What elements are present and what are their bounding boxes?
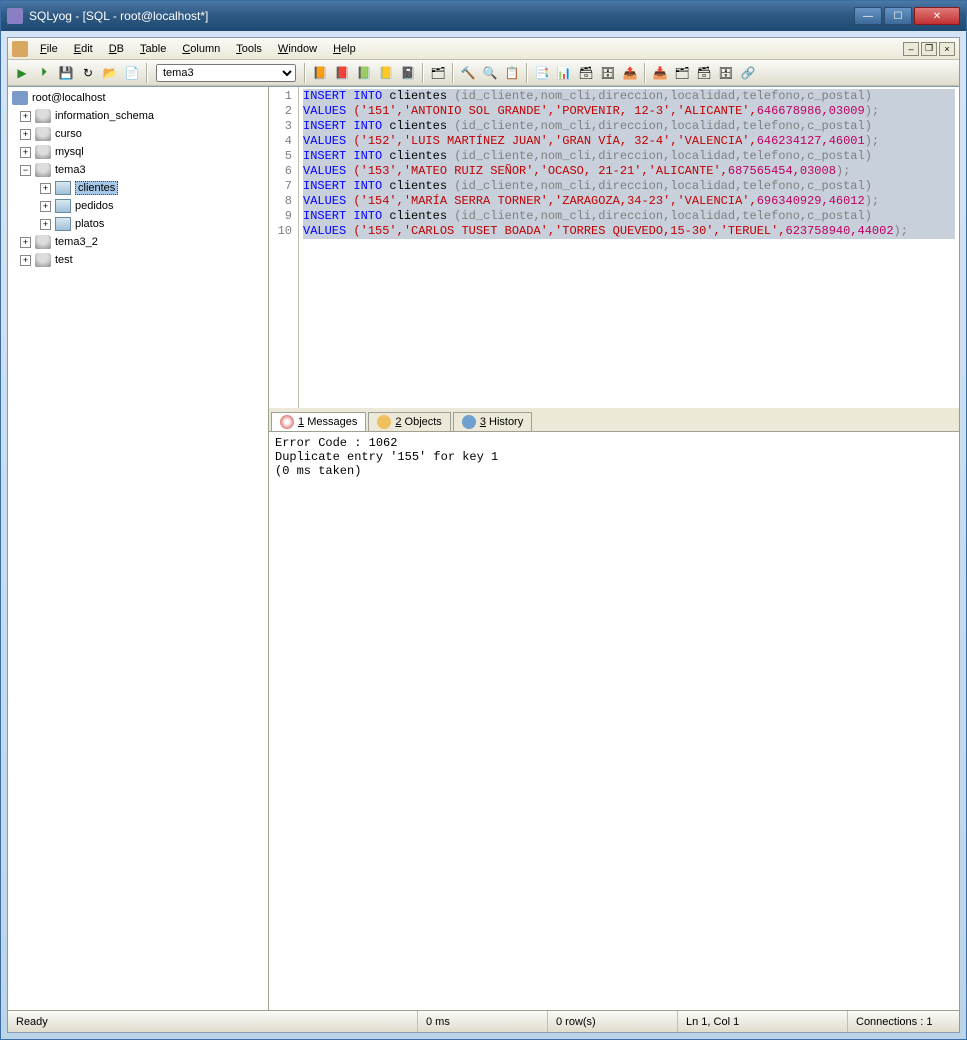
- menu-file[interactable]: File: [32, 41, 66, 57]
- result-tabs: 1 Messages 2 Objects 3 History: [269, 410, 959, 432]
- collapse-icon[interactable]: −: [20, 165, 31, 176]
- menu-db[interactable]: DB: [101, 41, 132, 57]
- tab-history[interactable]: 3 History: [453, 412, 532, 431]
- database-icon: [35, 127, 51, 141]
- tool-icon-10[interactable]: 📊: [554, 63, 574, 83]
- database-icon: [35, 235, 51, 249]
- table-icon: [55, 181, 71, 195]
- execute-icon[interactable]: ▶: [12, 63, 32, 83]
- tool-icon-8[interactable]: 📋: [502, 63, 522, 83]
- database-icon: [35, 253, 51, 267]
- status-rows: 0 row(s): [548, 1011, 678, 1032]
- menubar: File Edit DB Table Column Tools Window H…: [8, 38, 959, 60]
- error-icon: [280, 415, 294, 429]
- tree-table[interactable]: + clientes: [10, 179, 266, 197]
- mdi-restore[interactable]: ❐: [921, 42, 937, 56]
- menu-column[interactable]: Column: [174, 41, 228, 57]
- tree-server[interactable]: root@localhost: [10, 89, 266, 107]
- new-icon[interactable]: 📄: [122, 63, 142, 83]
- toolbar: ▶ ⏵ 💾 ↻ 📂 📄 tema3 📙 📕 📗 📒 📓 🗂 🔨 🔍 📋 📑: [8, 60, 959, 86]
- line-gutter: 12345678910: [269, 87, 299, 408]
- app-icon: [7, 8, 23, 24]
- expand-icon[interactable]: +: [20, 255, 31, 266]
- open-icon[interactable]: 📂: [100, 63, 120, 83]
- mdi-close[interactable]: ×: [939, 42, 955, 56]
- search-icon[interactable]: 🔍: [480, 63, 500, 83]
- status-time: 0 ms: [418, 1011, 548, 1032]
- window-title: SQLyog - [SQL - root@localhost*]: [29, 9, 854, 23]
- database-icon: [35, 163, 51, 177]
- expand-icon[interactable]: +: [20, 111, 31, 122]
- menu-table[interactable]: Table: [132, 41, 174, 57]
- save-icon[interactable]: 💾: [56, 63, 76, 83]
- tool-icon-9[interactable]: 📑: [532, 63, 552, 83]
- tool-icon-2[interactable]: 📕: [332, 63, 352, 83]
- tree-db[interactable]: + information_schema: [10, 107, 266, 125]
- tool-icon-17[interactable]: 🗄: [716, 63, 736, 83]
- tree-db[interactable]: + test: [10, 251, 266, 269]
- tool-icon-13[interactable]: 📤: [620, 63, 640, 83]
- titlebar[interactable]: SQLyog - [SQL - root@localhost*] — ☐ ✕: [1, 1, 966, 31]
- database-selector[interactable]: tema3: [156, 64, 296, 82]
- close-button[interactable]: ✕: [914, 7, 960, 25]
- expand-icon[interactable]: +: [40, 201, 51, 212]
- history-icon: [462, 415, 476, 429]
- refresh-icon[interactable]: ↻: [78, 63, 98, 83]
- expand-icon[interactable]: +: [40, 219, 51, 230]
- tool-icon-14[interactable]: 📥: [650, 63, 670, 83]
- expand-icon[interactable]: +: [20, 237, 31, 248]
- tool-icon-7[interactable]: 🔨: [458, 63, 478, 83]
- objects-icon: [377, 415, 391, 429]
- table-icon: [55, 199, 71, 213]
- database-icon: [35, 109, 51, 123]
- execute-all-icon[interactable]: ⏵: [34, 63, 54, 83]
- object-tree[interactable]: root@localhost + information_schema + cu…: [8, 87, 269, 1010]
- tab-messages[interactable]: 1 Messages: [271, 412, 366, 431]
- tool-icon-1[interactable]: 📙: [310, 63, 330, 83]
- tree-db-tema3[interactable]: − tema3: [10, 161, 266, 179]
- expand-icon[interactable]: +: [20, 147, 31, 158]
- tool-icon-16[interactable]: 🗃: [694, 63, 714, 83]
- menu-help[interactable]: Help: [325, 41, 364, 57]
- tree-db[interactable]: + mysql: [10, 143, 266, 161]
- expand-icon[interactable]: +: [20, 129, 31, 140]
- tool-icon-5[interactable]: 📓: [398, 63, 418, 83]
- table-icon: [55, 217, 71, 231]
- tool-icon-15[interactable]: 🗂: [672, 63, 692, 83]
- expand-icon[interactable]: +: [40, 183, 51, 194]
- tool-icon-4[interactable]: 📒: [376, 63, 396, 83]
- messages-panel[interactable]: Error Code : 1062 Duplicate entry '155' …: [269, 432, 959, 1010]
- tree-table[interactable]: + pedidos: [10, 197, 266, 215]
- tree-db[interactable]: + curso: [10, 125, 266, 143]
- menu-tools[interactable]: Tools: [228, 41, 270, 57]
- tool-icon-11[interactable]: 🗃: [576, 63, 596, 83]
- database-icon: [35, 145, 51, 159]
- statusbar: Ready 0 ms 0 row(s) Ln 1, Col 1 Connecti…: [8, 1010, 959, 1032]
- tool-icon-18[interactable]: 🔗: [738, 63, 758, 83]
- minimize-button[interactable]: —: [854, 7, 882, 25]
- app-window: SQLyog - [SQL - root@localhost*] — ☐ ✕ F…: [0, 0, 967, 1040]
- status-position: Ln 1, Col 1: [678, 1011, 848, 1032]
- tool-icon-12[interactable]: 🗄: [598, 63, 618, 83]
- maximize-button[interactable]: ☐: [884, 7, 912, 25]
- tool-icon-6[interactable]: 🗂: [428, 63, 448, 83]
- tool-icon-3[interactable]: 📗: [354, 63, 374, 83]
- menu-edit[interactable]: Edit: [66, 41, 101, 57]
- mdi-minimize[interactable]: –: [903, 42, 919, 56]
- menu-window[interactable]: Window: [270, 41, 325, 57]
- server-icon: [12, 91, 28, 105]
- status-connections: Connections : 1: [848, 1011, 940, 1032]
- tree-db[interactable]: + tema3_2: [10, 233, 266, 251]
- doc-icon: [12, 41, 28, 57]
- sql-code[interactable]: INSERT INTO clientes (id_cliente,nom_cli…: [299, 87, 959, 408]
- tree-table[interactable]: + platos: [10, 215, 266, 233]
- tab-objects[interactable]: 2 Objects: [368, 412, 450, 431]
- status-ready: Ready: [8, 1011, 418, 1032]
- sql-editor[interactable]: 12345678910 INSERT INTO clientes (id_cli…: [269, 87, 959, 410]
